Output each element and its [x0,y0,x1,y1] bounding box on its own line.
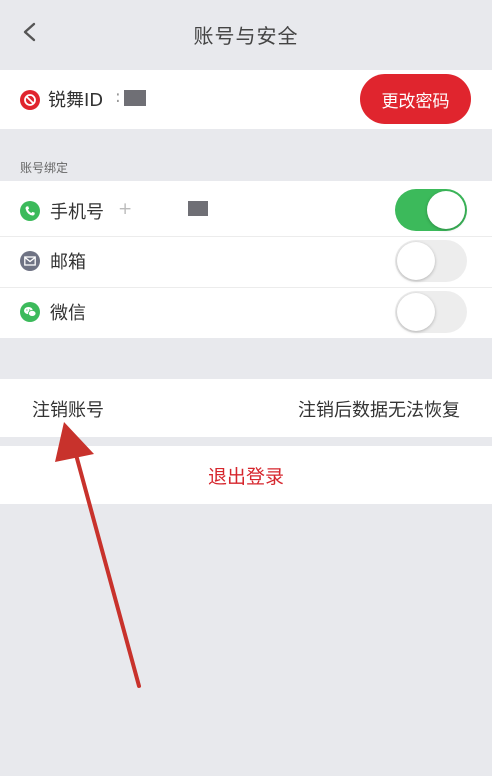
page-title: 账号与安全 [193,23,299,48]
email-toggle[interactable] [395,240,467,282]
binding-row-wechat[interactable]: 微信 [0,288,492,339]
nav-bar: 账号与安全 [0,0,492,68]
chevron-left-icon [23,22,36,42]
phone-toggle[interactable] [395,189,467,231]
cancel-account-row[interactable]: 注销账号 注销后数据无法恢复 [0,379,492,437]
wechat-label: 微信 [50,303,86,324]
logout-label: 退出登录 [207,466,284,488]
account-id-value-masked [124,90,146,106]
logout-button[interactable]: 退出登录 [0,446,492,504]
email-label: 邮箱 [50,252,86,273]
section-label-binding: 账号绑定 [20,161,69,175]
binding-row-email[interactable]: 邮箱 [0,237,492,288]
ban-icon [20,90,40,110]
change-password-button[interactable]: 更改密码 [360,74,471,124]
account-id-separator: : [115,87,121,107]
back-button[interactable] [16,18,44,46]
toggle-knob [397,293,435,331]
account-id-label: 锐舞ID [48,90,104,111]
phone-number-masked [188,201,208,216]
cancel-account-hint: 注销后数据无法恢复 [298,400,460,421]
toggle-knob [427,191,465,229]
mail-icon [20,251,40,271]
wechat-toggle[interactable] [395,291,467,333]
phone-label: 手机号 [50,202,104,223]
binding-list: 手机号 + 邮箱 微信 [0,181,492,338]
phone-icon [20,201,40,221]
binding-row-phone[interactable]: 手机号 + [0,185,492,236]
toggle-knob [397,242,435,280]
phone-number-partial: + [118,199,133,219]
cancel-account-label: 注销账号 [32,400,104,421]
wechat-icon [20,302,40,322]
